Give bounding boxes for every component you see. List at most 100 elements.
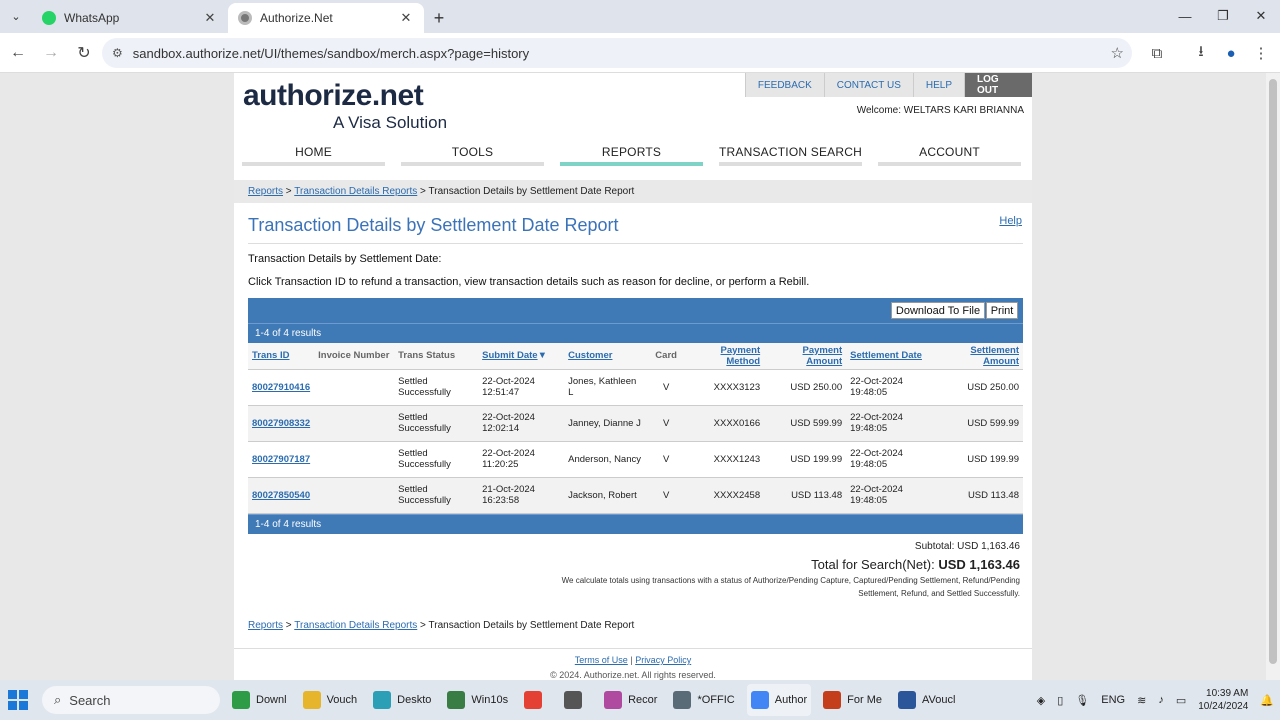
trans-id-link[interactable]: 80027907187 [252, 454, 310, 465]
tray-battery-icon[interactable]: ▯ [1057, 694, 1063, 707]
taskbar-app[interactable]: Win10s [443, 684, 512, 716]
bookmark-star-icon[interactable]: ☆ [1111, 44, 1124, 62]
url-text: sandbox.authorize.net/UI/themes/sandbox/… [132, 45, 530, 61]
submit-date-cell: 22-Oct-2024 12:51:47 [478, 369, 565, 406]
col-customer[interactable]: Customer [564, 343, 649, 370]
settlement-date-cell: 22-Oct-2024 19:48:05 [846, 477, 935, 514]
tray-security-icon[interactable]: ◈ [1037, 694, 1045, 707]
minimize-icon[interactable]: — [1166, 0, 1204, 32]
close-tab-icon[interactable]: ✕ [398, 10, 414, 26]
customer-cell: Janney, Dianne J [564, 405, 649, 442]
taskbar-app[interactable]: Vouch [299, 684, 362, 716]
taskbar-app[interactable] [520, 684, 552, 716]
trans-id-link[interactable]: 80027850540 [252, 490, 310, 501]
page-scrollbar[interactable] [1266, 73, 1280, 680]
invoice-cell [314, 477, 395, 514]
app-icon [564, 691, 583, 709]
close-window-icon[interactable]: ✕ [1242, 0, 1280, 32]
scrollbar-thumb[interactable] [1269, 79, 1277, 664]
taskbar-app-label: *OFFIC [697, 694, 735, 706]
tab-search-chevron-icon[interactable]: ⌄ [0, 0, 32, 33]
breadcrumb-transaction-details[interactable]: Transaction Details Reports [294, 186, 417, 197]
new-tab-button[interactable]: + [424, 3, 454, 33]
volume-icon[interactable]: ♪ [1158, 694, 1164, 706]
profile-icon[interactable]: ● [1216, 38, 1246, 68]
menu-kebab-icon[interactable]: ⋮ [1246, 38, 1276, 68]
col-submit-date[interactable]: Submit Date▼ [478, 343, 565, 370]
taskbar-app[interactable]: Downl [228, 684, 291, 716]
feedback-link[interactable]: FEEDBACK [744, 73, 824, 97]
settlement-amount-cell: USD 199.99 [934, 441, 1023, 478]
payment-method-cell: XXXX1243 [684, 441, 765, 478]
col-settlement-date[interactable]: Settlement Date [846, 343, 935, 370]
restore-icon[interactable]: ❐ [1204, 0, 1242, 32]
back-icon[interactable]: ← [3, 38, 33, 68]
subtotal: Subtotal: USD 1,163.46 [914, 541, 1020, 552]
extensions-icon[interactable]: ⧉ [1142, 38, 1172, 68]
taskbar-app[interactable]: *OFFIC [669, 684, 738, 716]
address-bar[interactable]: ⚙ sandbox.authorize.net/UI/themes/sandbo… [102, 38, 1132, 68]
tab-authorize-net[interactable]: Authorize.Net ✕ [228, 3, 424, 33]
reload-icon[interactable]: ↻ [69, 38, 99, 68]
nav-transaction-search[interactable]: TRANSACTION SEARCH [719, 145, 862, 166]
clock[interactable]: 10:39 AM 10/24/2024 [1198, 687, 1248, 713]
card-cell: V [648, 441, 685, 478]
log-out-button[interactable]: LOG OUT [964, 73, 1032, 97]
settlement-date-cell: 22-Oct-2024 19:48:05 [846, 369, 935, 406]
logo[interactable]: authorize.net [243, 79, 424, 113]
search-icon: ⌕ [54, 692, 62, 707]
table-row: 80027850540 Settled Successfully 21-Oct-20… [248, 477, 1023, 514]
col-payment-method[interactable]: Payment Method [684, 343, 765, 370]
trans-id-link[interactable]: 80027908332 [252, 418, 310, 429]
table-row: 80027910416 Settled Successfully 22-Oct-20… [248, 369, 1023, 406]
footer-divider [234, 648, 1032, 649]
customer-cell: Anderson, Nancy [564, 441, 649, 478]
privacy-policy-link[interactable]: Privacy Policy [635, 655, 691, 665]
windows-start-icon[interactable] [8, 690, 28, 710]
taskbar-app[interactable]: Deskto [369, 684, 435, 716]
language-indicator[interactable]: ENG [1101, 694, 1125, 706]
status-cell: Settled Successfully [394, 477, 479, 514]
trans-id-link[interactable]: 80027910416 [252, 382, 310, 393]
table-row: 80027907187 Settled Successfully 22-Oct-20… [248, 441, 1023, 478]
col-payment-amount[interactable]: Payment Amount [764, 343, 847, 370]
taskbar-app[interactable] [560, 684, 592, 716]
nav-home[interactable]: HOME [242, 145, 385, 166]
help-link[interactable]: Help [999, 215, 1022, 227]
settlement-amount-cell: USD 113.48 [934, 477, 1023, 514]
print-button[interactable]: Print [986, 302, 1018, 319]
taskbar-app-label: Win10s [471, 694, 509, 706]
taskbar-app-label: For Me [847, 694, 882, 706]
nav-account[interactable]: ACCOUNT [878, 145, 1021, 166]
forward-icon[interactable]: → [36, 38, 66, 68]
footer-links: Terms of Use | Privacy Policy [234, 655, 1032, 665]
site-info-icon[interactable]: ⚙ [112, 46, 123, 60]
close-tab-icon[interactable]: ✕ [202, 10, 218, 26]
taskbar-app[interactable]: Author [746, 684, 812, 716]
tab-label: WhatsApp [64, 11, 120, 25]
wifi-icon[interactable]: ≋ [1137, 694, 1146, 707]
payment-amount-cell: USD 599.99 [764, 405, 847, 442]
nav-tools[interactable]: TOOLS [401, 145, 544, 166]
contact-us-link[interactable]: CONTACT US [823, 73, 913, 97]
taskbar-app[interactable]: For Me [819, 684, 886, 716]
help-link[interactable]: HELP [912, 73, 964, 97]
col-settlement-amount[interactable]: Settlement Amount [934, 343, 1023, 370]
copyright: © 2024. Authorize.net. All rights reserv… [550, 670, 716, 680]
taskbar-app[interactable]: Recor [600, 684, 661, 716]
download-icon[interactable]: ⭳ [1186, 38, 1216, 68]
col-trans-id[interactable]: Trans ID [248, 343, 315, 370]
terms-of-use-link[interactable]: Terms of Use [575, 655, 628, 665]
battery-icon[interactable]: ▭ [1176, 694, 1186, 707]
breadcrumb-transaction-details[interactable]: Transaction Details Reports [294, 620, 417, 631]
nav-reports[interactable]: REPORTS [560, 145, 703, 166]
taskbar-search[interactable]: ⌕ Search [42, 686, 220, 714]
notifications-icon[interactable]: 🔔 [1260, 694, 1274, 707]
breadcrumb-reports[interactable]: Reports [248, 620, 283, 631]
download-to-file-button[interactable]: Download To File [891, 302, 985, 319]
tab-whatsapp[interactable]: WhatsApp ✕ [32, 3, 228, 33]
taskbar-app[interactable]: AVoucl [894, 684, 959, 716]
footer-separator: | [630, 655, 633, 665]
tray-mic-icon[interactable]: 🎙 [1075, 694, 1089, 707]
breadcrumb-reports[interactable]: Reports [248, 186, 283, 197]
